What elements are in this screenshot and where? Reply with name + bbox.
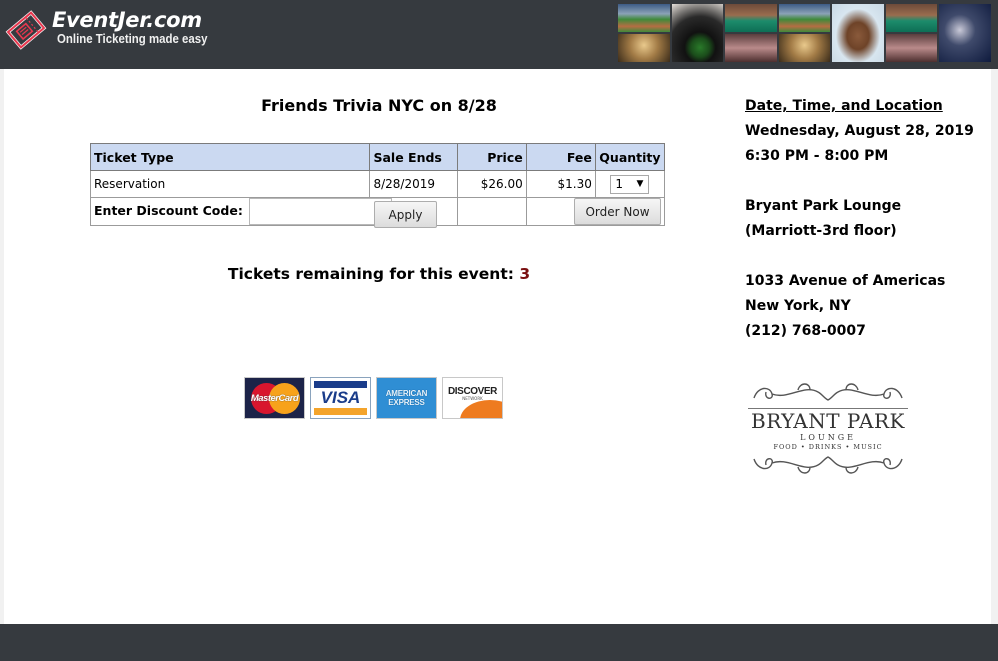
ticket-icon (5, 10, 47, 50)
ticket-type-cell: Reservation (89, 170, 371, 198)
column-header-sale-ends: Sale Ends (369, 143, 458, 171)
brand-name: EventJer.com (52, 8, 202, 32)
event-details: Date, Time, and Location Wednesday, Augu… (745, 94, 974, 344)
dance-party-photo (939, 4, 992, 62)
venue-city: New York, NY (745, 298, 851, 314)
venue-address: 1033 Avenue of Americas (745, 273, 946, 289)
collage-tile (832, 4, 884, 62)
brand-tagline: Online Ticketing made easy (57, 31, 208, 46)
order-cell: Order Now (525, 197, 666, 226)
event-time: 6:30 PM - 8:00 PM (745, 148, 889, 164)
price-cell: $26.00 (456, 170, 527, 198)
fee-cell: $1.30 (525, 170, 596, 198)
flourish-ornament-icon (753, 456, 903, 474)
header-photo-collage (618, 4, 992, 62)
discover-icon: DISCOVER NETWORK (442, 377, 503, 419)
visa-icon: VISA (310, 377, 371, 419)
banquet-hall-photo (618, 34, 670, 62)
column-header-fee: Fee (525, 143, 596, 171)
site-footer (0, 624, 998, 661)
handshake-photo (832, 4, 884, 62)
dropdown-arrow-icon: ▼ (636, 179, 644, 189)
main-content: Friends Trivia NYC on 8/28 Ticket Type S… (4, 69, 991, 624)
bowling-photo (671, 4, 724, 62)
mastercard-icon: MasterCard (244, 377, 305, 419)
order-now-button[interactable]: Order Now (574, 198, 661, 225)
collage-tile (725, 4, 777, 62)
billiards-photo (885, 4, 938, 32)
stadium-photo (618, 4, 670, 32)
collage-tile (939, 4, 992, 62)
venue-phone: (212) 768-0007 (745, 323, 866, 339)
discount-code-input[interactable] (248, 198, 392, 225)
venue-logo: BRYANT PARK LOUNGE FOOD • DRINKS • MUSIC (748, 380, 908, 484)
tickets-remaining-label: Tickets remaining for this event: (227, 265, 514, 283)
event-title: Friends Trivia NYC on 8/28 (261, 96, 497, 115)
collage-tile (618, 4, 670, 62)
payment-methods: MasterCard VISA AMERICAN EXPRESS DISCOVE… (244, 377, 503, 419)
apply-discount-button[interactable]: Apply (374, 201, 437, 228)
banquet-hall-photo (778, 34, 831, 62)
ticket-table-header: Ticket Type Sale Ends Price Fee Quantity (89, 143, 666, 171)
tickets-remaining-count: 3 (519, 265, 531, 283)
collage-tile (671, 4, 724, 62)
collage-tile (885, 4, 938, 62)
venue-logo-tagline: FOOD • DRINKS • MUSIC (773, 443, 883, 451)
quantity-select[interactable]: 1 ▼ (610, 174, 650, 194)
column-header-quantity: Quantity (594, 143, 666, 171)
tickets-remaining: Tickets remaining for this event: 3 (89, 265, 669, 283)
site-logo[interactable]: EventJer.com Online Ticketing made easy (4, 8, 228, 52)
venue-note: (Marriott-3rd floor) (745, 223, 897, 239)
amex-icon: AMERICAN EXPRESS (376, 377, 437, 419)
venue-name: Bryant Park Lounge (745, 198, 902, 214)
column-header-price: Price (456, 143, 527, 171)
crowd-photo (725, 34, 777, 62)
venue-logo-sub: LOUNGE (800, 433, 856, 442)
column-header-ticket-type: Ticket Type (89, 143, 371, 171)
details-heading: Date, Time, and Location (745, 98, 943, 114)
venue-logo-name: BRYANT PARK (748, 408, 908, 433)
apply-cell (456, 197, 527, 226)
crowd-photo (885, 34, 938, 62)
sale-ends-cell: 8/28/2019 (369, 170, 458, 198)
discount-code-label: Enter Discount Code: (94, 203, 243, 218)
table-row: Reservation 8/28/2019 $26.00 $1.30 1 ▼ (89, 170, 666, 198)
event-date: Wednesday, August 28, 2019 (745, 123, 974, 139)
collage-tile (778, 4, 831, 62)
billiards-photo (725, 4, 777, 32)
quantity-cell: 1 ▼ (594, 170, 666, 198)
quantity-value: 1 (615, 177, 624, 191)
site-header: EventJer.com Online Ticketing made easy (0, 0, 998, 69)
stadium-photo (778, 4, 831, 32)
flourish-ornament-icon (753, 383, 903, 401)
